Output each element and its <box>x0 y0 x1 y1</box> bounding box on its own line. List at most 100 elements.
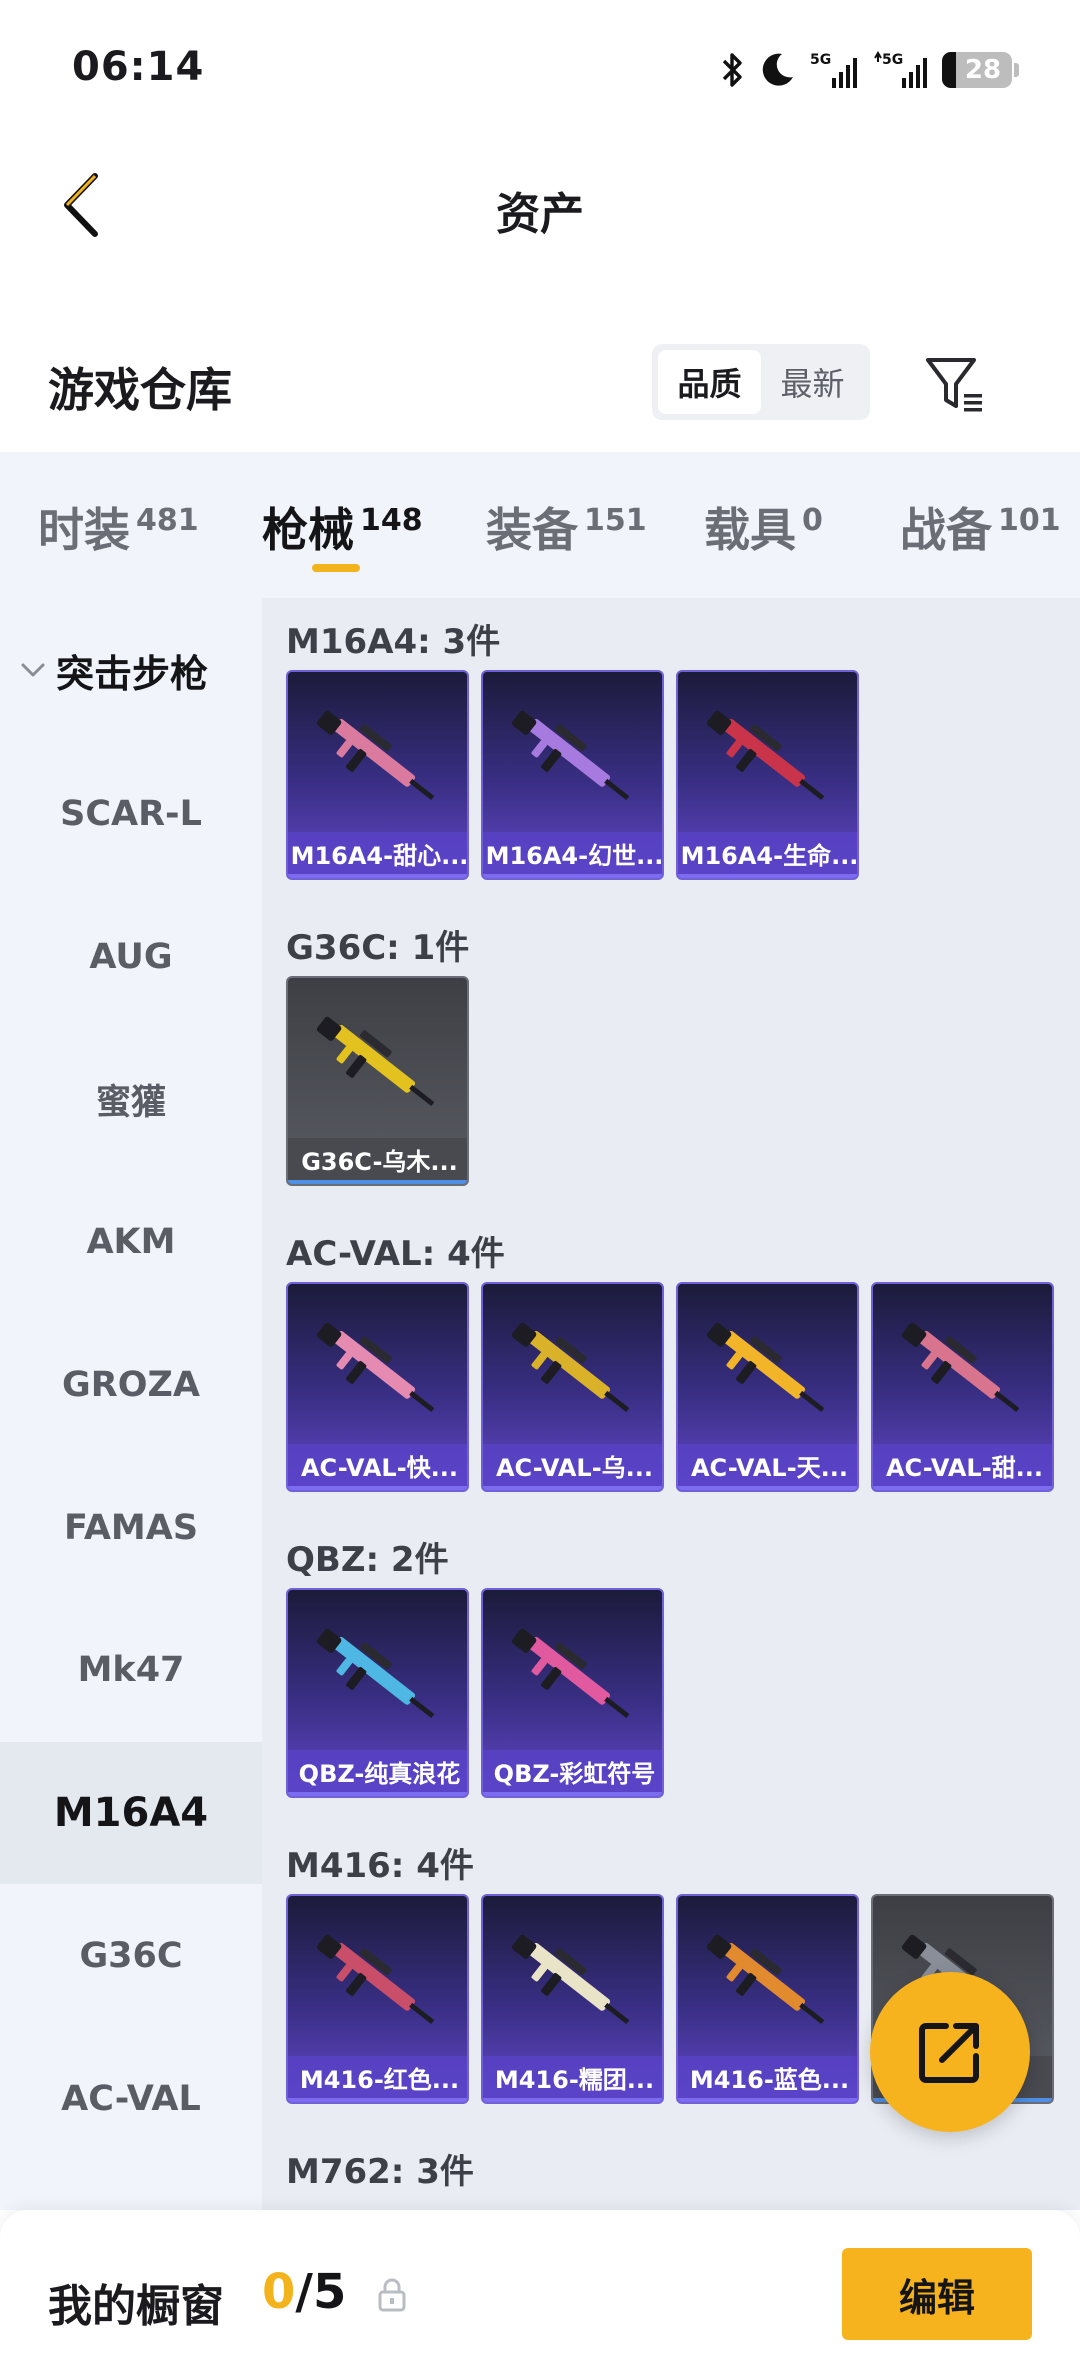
group-title-m762: M762: 3件 <box>286 2152 474 2192</box>
rifle-icon <box>511 1322 629 1413</box>
tab-count: 148 <box>360 503 423 538</box>
warehouse-title: 游戏仓库 <box>48 363 232 417</box>
filter-icon <box>926 358 982 412</box>
rifle-icon <box>511 1628 629 1719</box>
sidebar-item-g36c[interactable]: G36C <box>0 1885 262 2027</box>
rifle-icon <box>316 710 434 801</box>
weapon-card[interactable]: AC-VAL-快... <box>286 1282 469 1492</box>
tab-label: 时装 <box>38 503 130 557</box>
weapon-card-label: QBZ-纯真浪花 <box>288 1750 467 1792</box>
category-tabs: 时装 481 枪械 148 装备 151 载具 0 战备 101 <box>0 452 1080 598</box>
showcase-bar: 我的橱窗 0/5 编辑 <box>0 2210 1080 2377</box>
rarity-strip <box>678 2098 857 2102</box>
status-time: 06:14 <box>72 44 205 90</box>
share-icon <box>919 2023 979 2083</box>
showcase-current: 0 <box>262 2264 296 2320</box>
sidebar-item-ac-val[interactable]: AC-VAL <box>0 2028 262 2170</box>
weapon-image <box>288 986 467 1146</box>
rarity-strip <box>288 2098 467 2102</box>
group-title-ac-val: AC-VAL: 4件 <box>286 1234 505 1274</box>
rarity-strip <box>288 1180 467 1184</box>
weapon-card-label: AC-VAL-天... <box>678 1444 857 1486</box>
weapon-image <box>288 1598 467 1758</box>
group-title-g36c: G36C: 1件 <box>286 928 470 968</box>
weapon-card[interactable]: QBZ-纯真浪花 <box>286 1588 469 1798</box>
weapon-card[interactable]: M16A4-生命... <box>676 670 859 880</box>
weapon-card[interactable]: M416-糯团... <box>481 1894 664 2104</box>
sidebar-item-aug[interactable]: AUG <box>0 886 262 1028</box>
weapon-card[interactable]: G36C-乌木... <box>286 976 469 1186</box>
rarity-strip <box>483 874 662 878</box>
rifle-icon <box>316 1934 434 2025</box>
rifle-icon <box>511 710 629 801</box>
weapon-card-label: M416-蓝色... <box>678 2056 857 2098</box>
moon-icon <box>758 51 796 89</box>
weapon-card[interactable]: AC-VAL-乌... <box>481 1282 664 1492</box>
showcase-count: 0/5 <box>262 2264 346 2320</box>
sidebar-item-scar-l[interactable]: SCAR-L <box>0 743 262 885</box>
group-title-m416: M416: 4件 <box>286 1846 474 1886</box>
tab-fashion[interactable]: 时装 481 <box>38 494 199 560</box>
group-title-m16a4: M16A4: 3件 <box>286 622 501 662</box>
weapon-card[interactable]: AC-VAL-天... <box>676 1282 859 1492</box>
weapon-card[interactable]: QBZ-彩虹符号 <box>481 1588 664 1798</box>
weapon-image <box>288 1292 467 1452</box>
tab-equipment[interactable]: 装备 151 <box>486 494 647 560</box>
weapon-image <box>288 1904 467 2064</box>
battery-level: 28 <box>964 55 1002 85</box>
weapon-card[interactable]: M16A4-幻世... <box>481 670 664 880</box>
sidebar-item-honey-badger[interactable]: 蜜獾 <box>0 1028 262 1170</box>
weapon-sidebar: 突击步枪 SCAR-L AUG 蜜獾 AKM GROZA FAMAS Mk47 … <box>0 598 262 2210</box>
edit-button[interactable]: 编辑 <box>842 2248 1032 2340</box>
weapon-image <box>483 680 662 840</box>
weapon-card[interactable]: M16A4-甜心... <box>286 670 469 880</box>
tab-count: 0 <box>802 503 823 538</box>
tab-label: 战备 <box>900 503 992 557</box>
sidebar-item-m16a4[interactable]: M16A4 <box>0 1742 262 1884</box>
top-nav: 资产 <box>0 140 1080 270</box>
tab-count: 151 <box>584 503 647 538</box>
rarity-strip <box>288 1486 467 1490</box>
tab-guns[interactable]: 枪械 148 <box>262 494 423 560</box>
weapon-card-label: G36C-乌木... <box>288 1138 467 1180</box>
weapon-image <box>678 1292 857 1452</box>
network-label-2: 5G <box>882 52 903 68</box>
weapon-card[interactable]: M416-红色... <box>286 1894 469 2104</box>
weapon-card[interactable]: M416-蓝色... <box>676 1894 859 2104</box>
rifle-icon <box>706 1934 824 2025</box>
weapon-card-label: M16A4-甜心... <box>288 832 467 874</box>
rarity-strip <box>288 1792 467 1796</box>
rarity-strip <box>483 2098 662 2102</box>
tab-label: 枪械 <box>262 503 354 557</box>
weapon-card-label: M16A4-生命... <box>678 832 857 874</box>
showcase-label: 我的橱窗 <box>48 2281 224 2332</box>
rifle-icon <box>901 1322 1019 1413</box>
rifle-icon <box>316 1322 434 1413</box>
lock-icon <box>378 2278 406 2312</box>
sidebar-item-famas[interactable]: FAMAS <box>0 1457 262 1599</box>
sort-quality-button[interactable]: 品质 <box>658 350 761 414</box>
tab-label: 载具 <box>704 503 796 557</box>
weapon-image <box>678 1904 857 2064</box>
sort-latest-button[interactable]: 最新 <box>761 350 864 414</box>
sidebar-item-akm[interactable]: AKM <box>0 1171 262 1313</box>
tab-vehicles[interactable]: 载具 0 <box>704 494 823 560</box>
tab-count: 101 <box>998 503 1061 538</box>
sidebar-item-mk47[interactable]: Mk47 <box>0 1599 262 1741</box>
filter-button[interactable] <box>920 350 990 420</box>
weapon-card-label: AC-VAL-乌... <box>483 1444 662 1486</box>
sidebar-item-groza[interactable]: GROZA <box>0 1314 262 1456</box>
weapon-card[interactable]: AC-VAL-甜... <box>871 1282 1054 1492</box>
showcase-total: /5 <box>295 2264 347 2320</box>
battery-icon: 28 <box>942 52 1019 88</box>
share-fab-button[interactable] <box>870 1972 1030 2132</box>
network-label-1: 5G <box>810 52 831 68</box>
weapon-card-label: M16A4-幻世... <box>483 832 662 874</box>
rarity-strip <box>288 874 467 878</box>
tab-supplies[interactable]: 战备 101 <box>900 494 1061 560</box>
sidebar-group-assault-rifles[interactable]: 突击步枪 <box>0 638 262 702</box>
rifle-icon <box>316 1628 434 1719</box>
weapon-image <box>678 680 857 840</box>
rarity-strip <box>483 1486 662 1490</box>
assets-page: 06:14 5G 5G 28 资产 游戏仓库 品质 最新 时装 481 枪械 1… <box>0 0 1080 2377</box>
